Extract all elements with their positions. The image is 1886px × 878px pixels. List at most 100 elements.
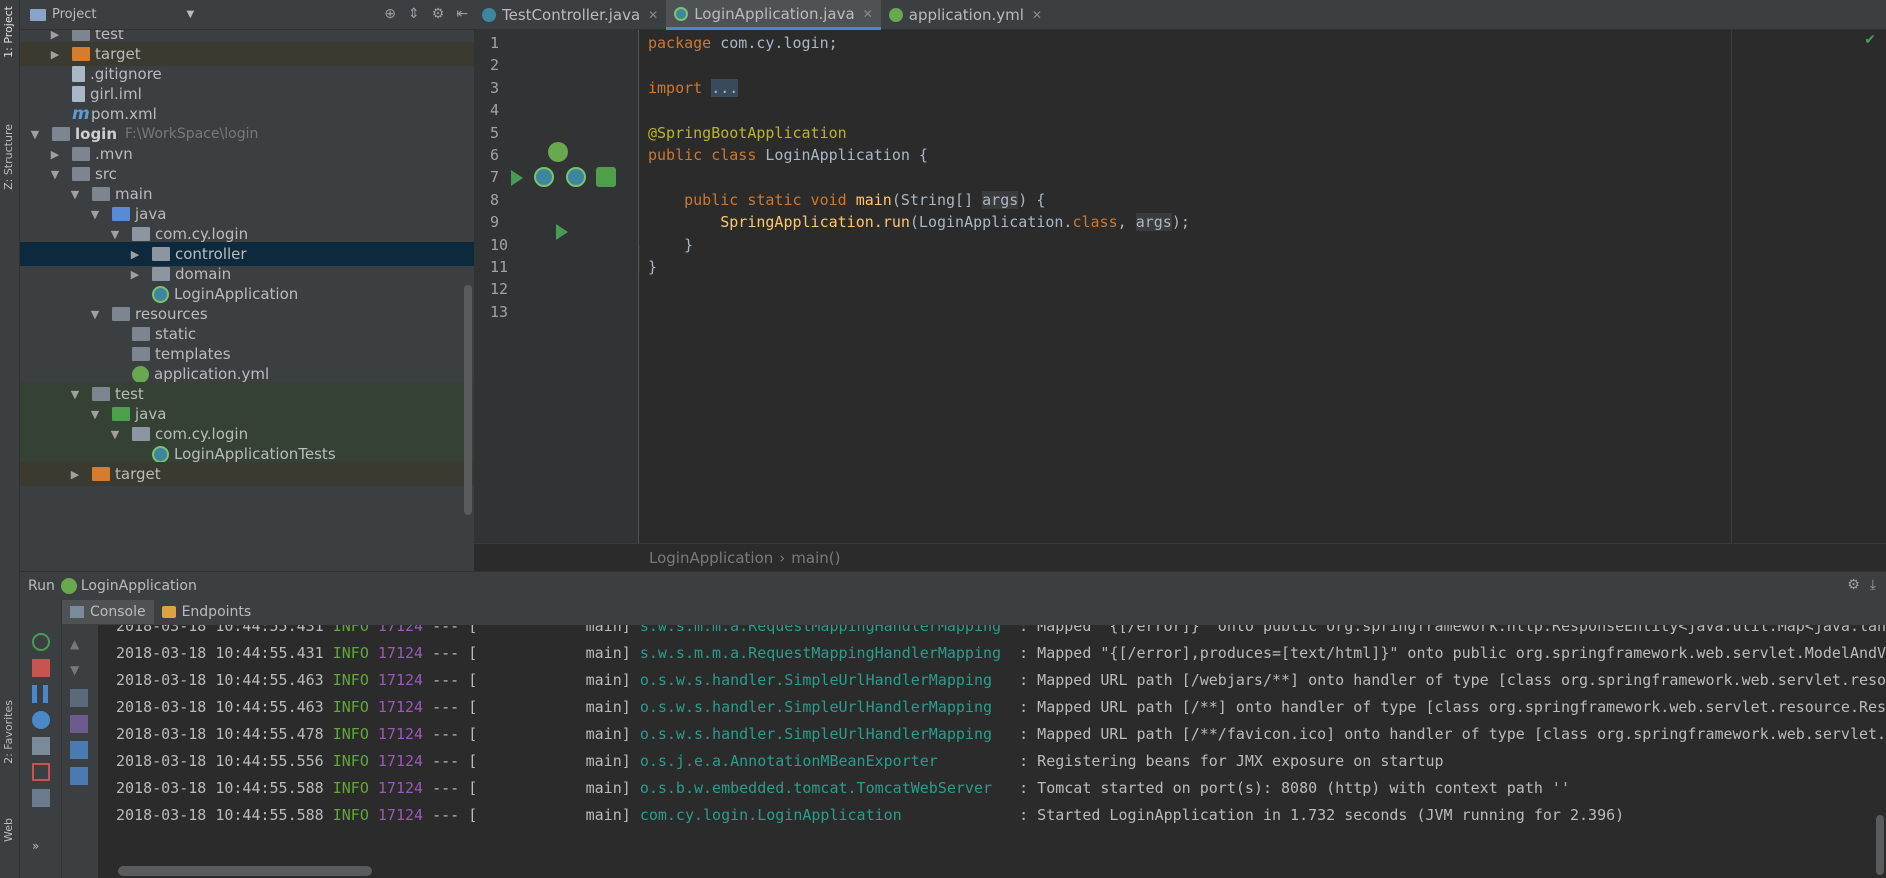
chevron-down-icon[interactable]: ▼ <box>88 208 102 221</box>
breadcrumb-method[interactable]: main() <box>791 549 840 567</box>
chevron-right-icon[interactable]: ▶ <box>48 30 62 41</box>
log-message: : Registering beans for JMX exposure on … <box>1010 752 1444 770</box>
folder-orange-icon <box>72 47 90 61</box>
chevron-down-icon[interactable]: ▼ <box>186 9 194 20</box>
tab-favorites[interactable]: 2: Favorites <box>2 700 15 764</box>
log-level: INFO <box>332 644 369 662</box>
wrap-icon[interactable] <box>70 689 88 707</box>
run-method-icon[interactable] <box>556 224 568 240</box>
close-icon[interactable]: ✕ <box>648 8 658 22</box>
web-icon[interactable] <box>32 711 50 729</box>
layout-icon[interactable] <box>32 789 50 807</box>
spring-bean-icon[interactable] <box>548 142 568 162</box>
log-sep: --- [ <box>432 644 478 662</box>
tree-item[interactable]: ▶ target <box>20 462 474 486</box>
camera-icon[interactable] <box>32 737 50 755</box>
tab-web[interactable]: Web <box>2 818 15 842</box>
collapse-icon[interactable]: ⇕ <box>408 6 420 22</box>
right-margin-guide <box>1731 30 1732 543</box>
pause-icon[interactable] <box>32 685 48 703</box>
file-icon <box>72 86 85 102</box>
up-icon[interactable]: ▲ <box>70 637 88 655</box>
down-icon[interactable]: ▼ <box>70 663 88 681</box>
tab-console-label: Console <box>90 604 146 620</box>
hide-icon[interactable]: ⇤ <box>456 6 468 22</box>
console-line: 2018-03-18 10:44:55.431 INFO 17124 --- [… <box>116 625 1886 640</box>
folded-imports[interactable]: ... <box>711 79 739 97</box>
log-logger: o.s.w.s.handler.SimpleUrlHandlerMapping <box>639 698 1002 716</box>
log-pid: 17124 <box>377 625 424 635</box>
gear-icon[interactable]: ⚙ <box>1847 577 1860 593</box>
tree-item-label: resources <box>135 305 208 323</box>
tree-scrollbar[interactable] <box>464 285 472 515</box>
tab-structure[interactable]: Z: Structure <box>2 124 15 190</box>
log-message: : Tomcat started on port(s): 8080 (http)… <box>1010 779 1570 797</box>
close-icon[interactable]: ✕ <box>1032 8 1042 22</box>
tab-endpoints[interactable]: Endpoints <box>154 600 260 624</box>
chevron-right-icon[interactable]: ▶ <box>48 48 62 61</box>
log-date: 2018-03-18 10:44:55.556 <box>116 752 324 770</box>
chevron-right-icon[interactable]: ▶ <box>128 248 142 261</box>
chevron-right-icon[interactable]: ▶ <box>128 268 142 281</box>
tab-project[interactable]: 1: Project <box>2 6 15 58</box>
console-vscrollbar[interactable] <box>1876 815 1884 875</box>
spring-config-icon[interactable] <box>596 167 616 187</box>
editor-tab[interactable]: TestController.java ✕ <box>474 0 666 30</box>
code-editor[interactable]: package com.cy.login; import ... @Spring… <box>640 30 1886 543</box>
chevron-down-icon[interactable]: ▼ <box>108 428 122 441</box>
run-left-toolbar: » <box>20 599 62 878</box>
print-icon[interactable] <box>70 741 88 759</box>
chevron-down-icon[interactable]: ▼ <box>88 408 102 421</box>
keyword: public class <box>648 146 757 164</box>
chevron-down-icon[interactable]: ▼ <box>28 128 42 141</box>
editor-gutter: 1 2 3 4 5 6 7 8 9 10 11 12 13 <box>474 30 639 543</box>
scroll-end-icon[interactable] <box>70 715 88 733</box>
chevron-down-icon[interactable]: ▼ <box>68 388 82 401</box>
close-icon[interactable]: ✕ <box>863 7 873 21</box>
tree-item-label: .mvn <box>95 145 133 163</box>
project-title[interactable]: Project <box>52 7 96 22</box>
locate-icon[interactable]: ⊕ <box>384 6 396 22</box>
login-icon[interactable] <box>32 763 50 781</box>
yml-icon <box>888 8 903 22</box>
editor-tab[interactable]: application.yml ✕ <box>881 0 1050 30</box>
chevron-down-icon[interactable]: ▼ <box>88 308 102 321</box>
chevron-down-icon[interactable]: ▼ <box>108 228 122 241</box>
trash-icon[interactable] <box>70 767 88 785</box>
tree-item-label: login <box>75 125 118 143</box>
gear-icon[interactable]: ⚙ <box>432 6 445 22</box>
run-config-name[interactable]: LoginApplication <box>81 578 197 594</box>
stop-icon[interactable] <box>32 659 50 677</box>
console-output[interactable]: 2018-03-18 10:44:55.431 INFO 17124 --- [… <box>98 625 1886 878</box>
chevron-down-icon[interactable]: ▼ <box>48 168 62 181</box>
run-class-icon[interactable] <box>511 170 523 186</box>
tree-item-label: .gitignore <box>90 65 162 83</box>
project-tree: ▶ test ▶ target .gitignore girl.iml m pom.xml ▼ l… <box>20 30 474 571</box>
param-args: args <box>982 191 1019 209</box>
tree-item-label: girl.iml <box>90 85 142 103</box>
tree-item-label: application.yml <box>154 365 270 383</box>
chevron-down-icon[interactable]: ▼ <box>68 188 82 201</box>
tree-item-label: main <box>115 185 153 203</box>
more-icon[interactable]: » <box>32 839 39 853</box>
chevron-right-icon[interactable]: ▶ <box>68 468 82 481</box>
log-level: INFO <box>332 779 369 797</box>
annotation: @SpringBootApplication <box>648 124 847 142</box>
rerun-icon[interactable] <box>32 633 50 651</box>
tab-console[interactable]: Console <box>62 600 154 624</box>
tab-endpoints-label: Endpoints <box>181 604 252 620</box>
breadcrumb-class[interactable]: LoginApplication <box>649 549 773 567</box>
class-icon[interactable] <box>566 167 586 187</box>
console-icon <box>70 606 84 618</box>
class-icon[interactable] <box>534 167 554 187</box>
line-number: 6 <box>490 146 500 164</box>
hide-icon[interactable]: ⤓ <box>1870 577 1876 593</box>
console-hscrollbar[interactable] <box>118 866 372 876</box>
tree-item-label: LoginApplicationTests <box>174 445 336 463</box>
folder-icon <box>52 127 70 141</box>
editor-tab[interactable]: LoginApplication.java ✕ <box>666 0 881 30</box>
tree-item-label: pom.xml <box>91 105 157 123</box>
chevron-right-icon[interactable]: ▶ <box>48 148 62 161</box>
line-number: 8 <box>490 190 500 209</box>
folder-icon <box>92 187 110 201</box>
